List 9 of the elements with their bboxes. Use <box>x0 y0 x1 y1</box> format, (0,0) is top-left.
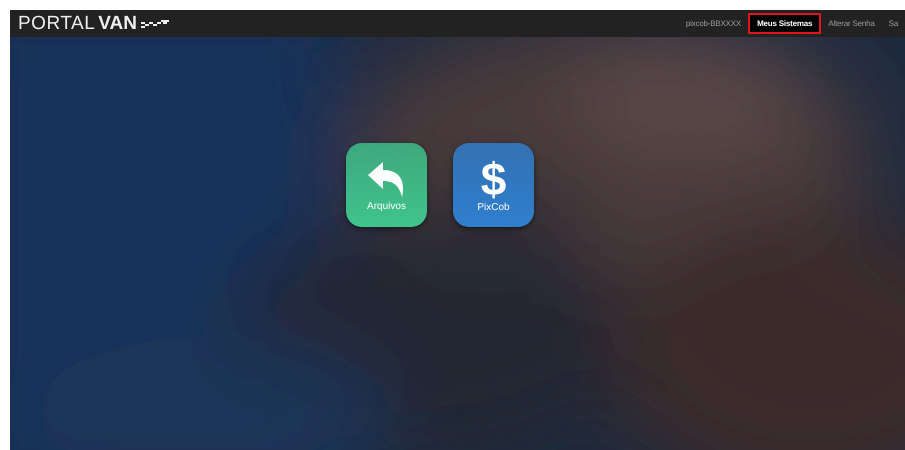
nav-link[interactable]: Sa <box>882 13 905 34</box>
app-tile-button[interactable]: $ PixCob <box>453 143 534 227</box>
nav-link[interactable]: Alterar Senha <box>821 13 882 34</box>
dollar-icon: $ <box>480 158 506 200</box>
nav-link[interactable]: pixcob-BBXXXX <box>678 13 748 34</box>
nav-link[interactable]: Meus Sistemas <box>748 13 822 34</box>
checkered-flag-icon <box>140 18 169 28</box>
logo-text: VAN <box>98 12 137 34</box>
logo-text: PORTAL <box>18 12 96 34</box>
